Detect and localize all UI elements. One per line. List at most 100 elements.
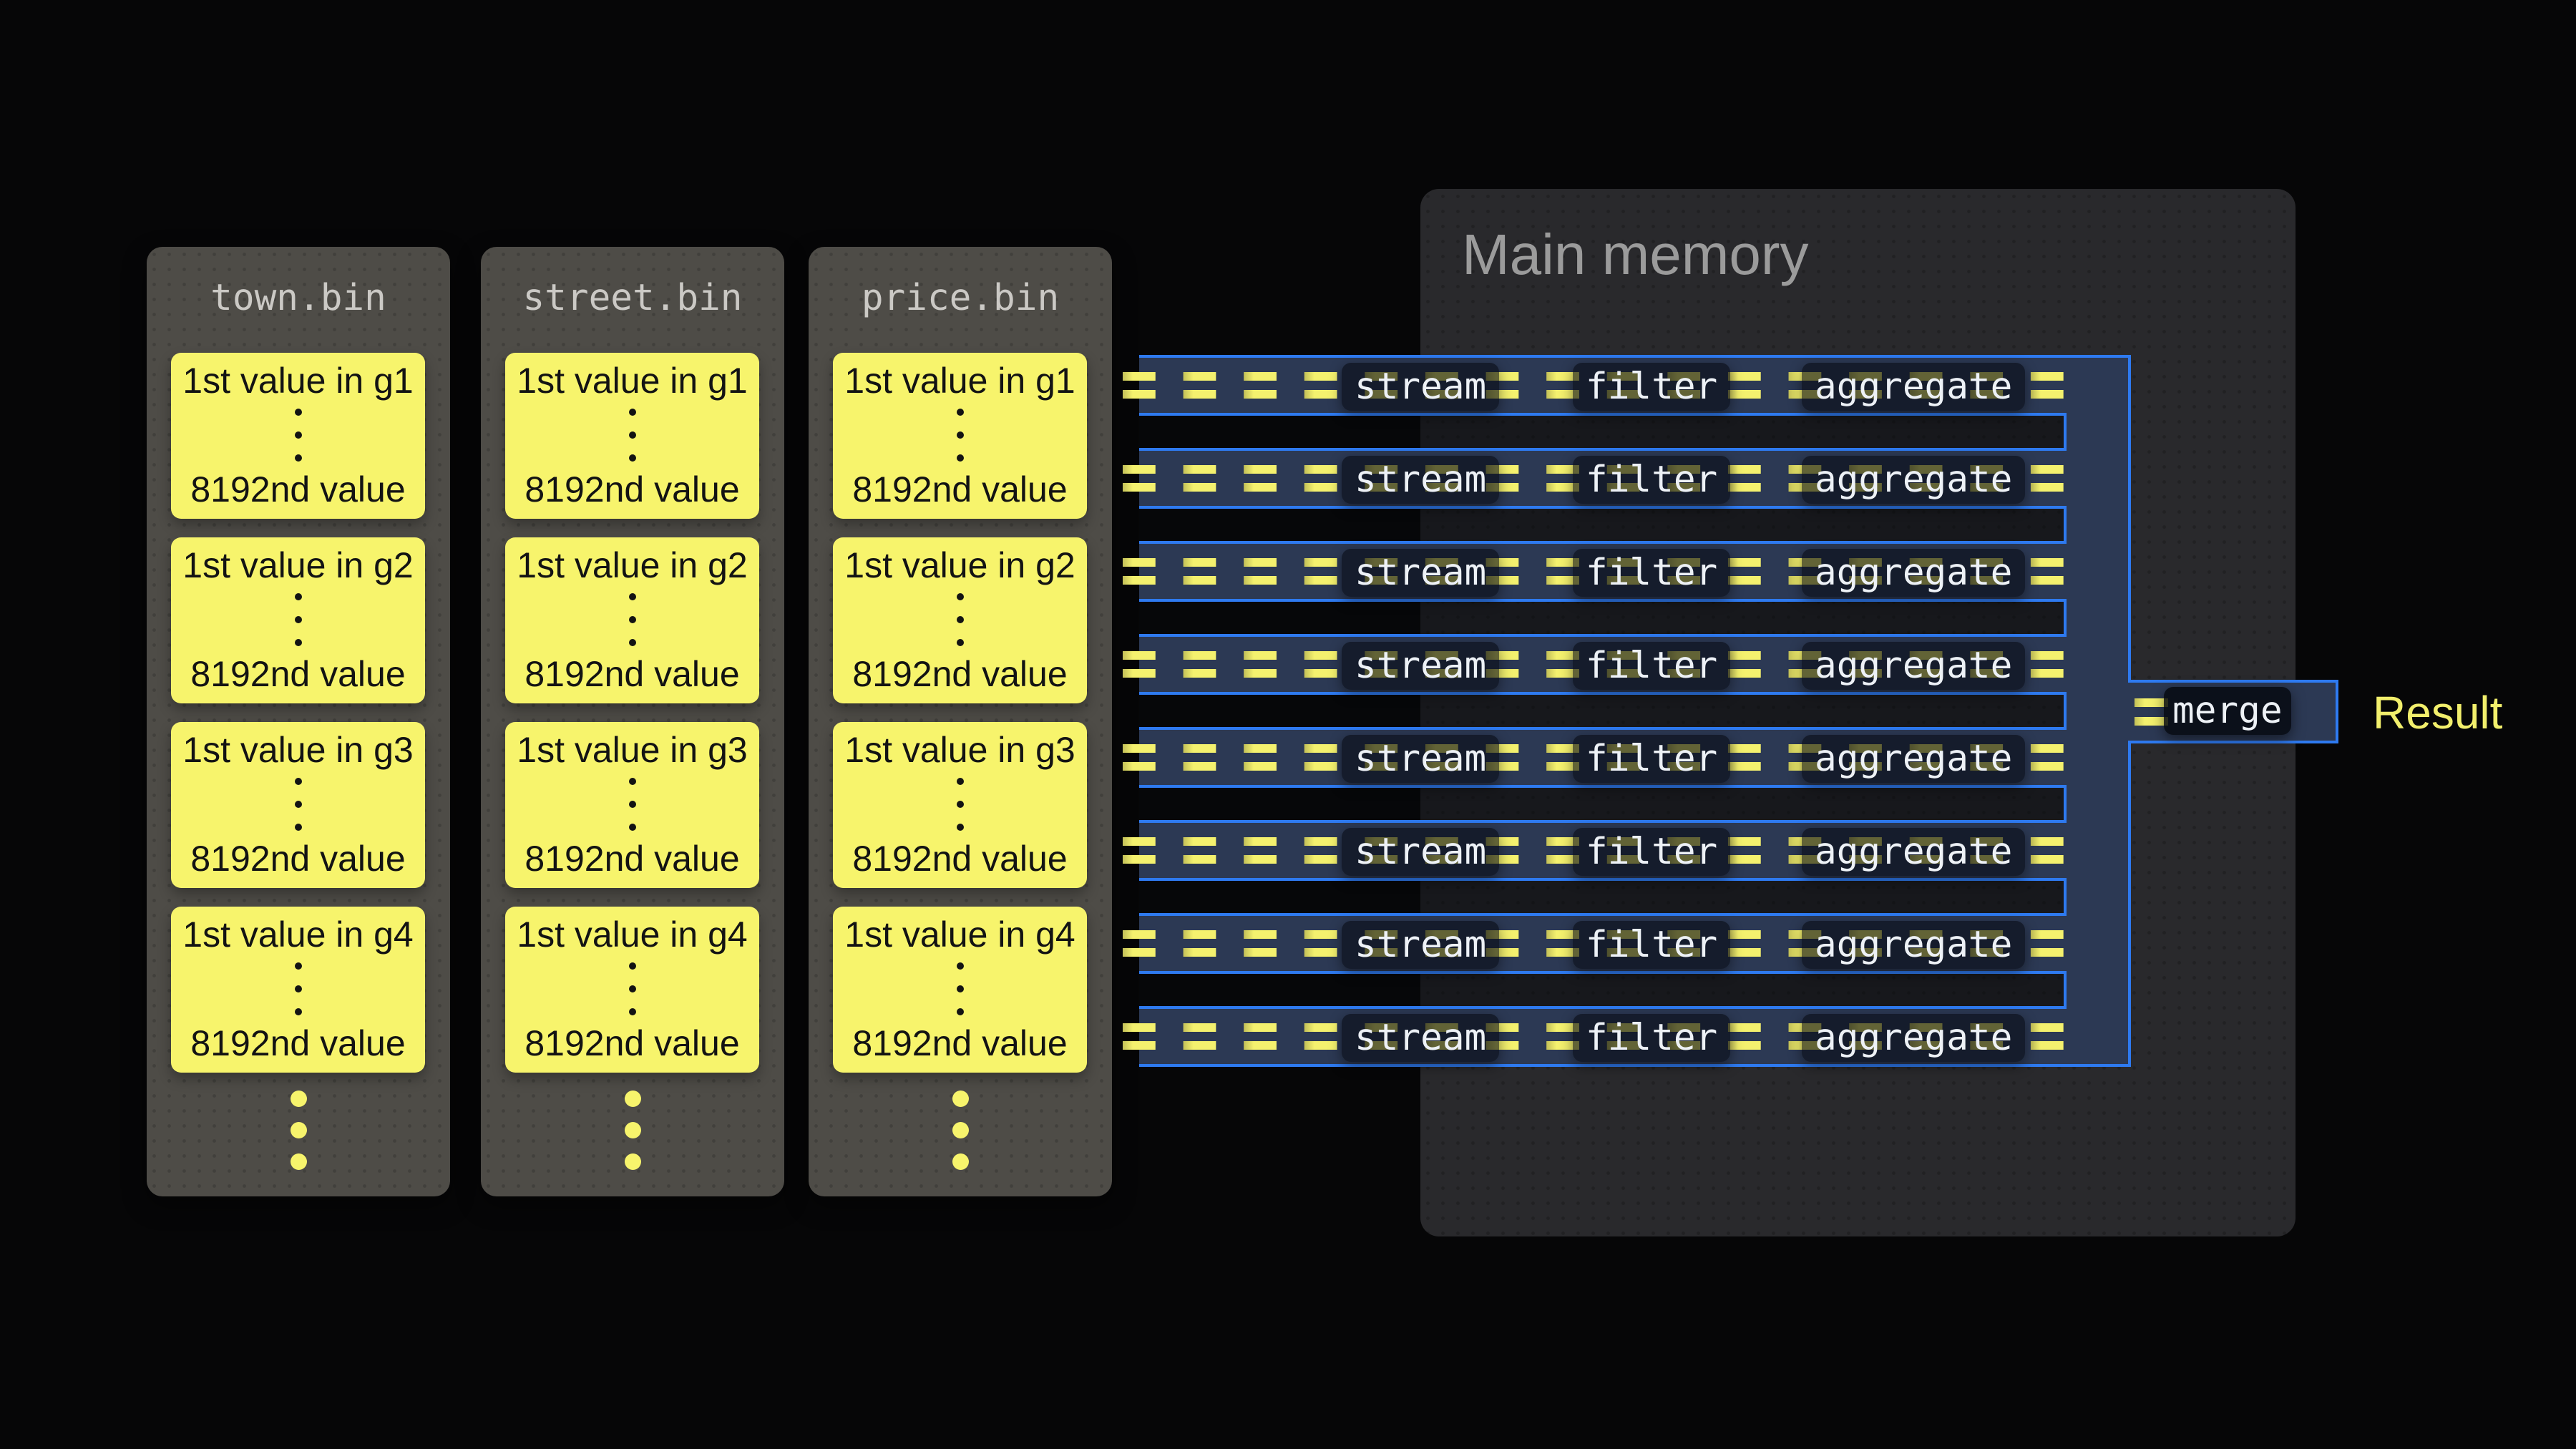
group-last-value: 8192nd value [852, 839, 1067, 878]
group-last-value: 8192nd value [525, 839, 739, 878]
group-box-g4: 1st value in g4 8192nd value [833, 907, 1087, 1073]
pipeline-row: stream filter aggregate [1139, 634, 2067, 695]
ellipsis-dots-icon [629, 778, 636, 831]
ellipsis-dots-icon [957, 778, 964, 831]
stream-chip: stream [1342, 1014, 1499, 1062]
group-first-value: 1st value in g3 [517, 731, 747, 769]
group-last-value: 8192nd value [852, 470, 1067, 509]
stream-chip: stream [1342, 642, 1499, 690]
ellipsis-dots-icon [295, 593, 302, 646]
group-box-g4: 1st value in g4 8192nd value [171, 907, 425, 1073]
more-groups-dots-icon [147, 1091, 450, 1170]
pipeline-row: stream filter aggregate [1139, 913, 2067, 974]
buffer-box [1139, 509, 2067, 541]
group-box-g2: 1st value in g2 8192nd value [171, 537, 425, 703]
pipeline-row: stream filter aggregate [1139, 820, 2067, 881]
group-first-value: 1st value in g4 [517, 915, 747, 954]
file-column-town: town.bin 1st value in g1 8192nd value 1s… [147, 247, 450, 1196]
group-last-value: 8192nd value [190, 1024, 405, 1063]
group-box-g2: 1st value in g2 8192nd value [505, 537, 759, 703]
buffer-box [1139, 881, 2067, 913]
filter-chip: filter [1573, 363, 1730, 411]
pipeline-row: stream filter aggregate [1139, 1006, 2067, 1067]
file-name-label: price.bin [809, 277, 1112, 320]
group-first-value: 1st value in g1 [517, 361, 747, 400]
group-last-value: 8192nd value [190, 655, 405, 693]
group-first-value: 1st value in g3 [844, 731, 1075, 769]
ellipsis-dots-icon [295, 409, 302, 462]
merge-band: merge [2128, 680, 2338, 743]
result-label: Result [2373, 687, 2502, 738]
buffer-box [1139, 974, 2067, 1006]
filter-chip: filter [1573, 735, 1730, 783]
buffer-box [1139, 602, 2067, 634]
aggregate-chip: aggregate [1802, 642, 2025, 690]
group-last-value: 8192nd value [190, 839, 405, 878]
filter-chip: filter [1573, 456, 1730, 504]
stream-chip: stream [1342, 549, 1499, 597]
aggregate-chip: aggregate [1802, 549, 2025, 597]
pipeline-row: stream filter aggregate [1139, 727, 2067, 788]
group-first-value: 1st value in g4 [182, 915, 413, 954]
aggregate-chip: aggregate [1802, 828, 2025, 876]
aggregate-chip: aggregate [1802, 1014, 2025, 1062]
ellipsis-dots-icon [629, 962, 636, 1015]
group-first-value: 1st value in g2 [844, 546, 1075, 585]
stream-chip: stream [1342, 735, 1499, 783]
group-last-value: 8192nd value [525, 470, 739, 509]
group-box-g2: 1st value in g2 8192nd value [833, 537, 1087, 703]
group-last-value: 8192nd value [852, 655, 1067, 693]
stream-chip: stream [1342, 456, 1499, 504]
group-last-value: 8192nd value [190, 470, 405, 509]
diagram-canvas: town.bin 1st value in g1 8192nd value 1s… [0, 0, 2576, 1449]
group-box-g4: 1st value in g4 8192nd value [505, 907, 759, 1073]
group-first-value: 1st value in g1 [844, 361, 1075, 400]
buffer-box [1139, 788, 2067, 820]
group-first-value: 1st value in g1 [182, 361, 413, 400]
file-column-price: price.bin 1st value in g1 8192nd value 1… [809, 247, 1112, 1196]
filter-chip: filter [1573, 828, 1730, 876]
filter-chip: filter [1573, 921, 1730, 969]
ellipsis-dots-icon [629, 593, 636, 646]
merge-collector [2067, 355, 2131, 1067]
buffer-box [1139, 695, 2067, 727]
stream-chip: stream [1342, 828, 1499, 876]
group-box-g3: 1st value in g3 8192nd value [171, 722, 425, 888]
group-first-value: 1st value in g2 [517, 546, 747, 585]
file-name-label: street.bin [481, 277, 784, 320]
main-memory-title: Main memory [1462, 222, 1809, 288]
group-box-g3: 1st value in g3 8192nd value [505, 722, 759, 888]
pipeline-row: stream filter aggregate [1139, 355, 2067, 416]
pipeline-row: stream filter aggregate [1139, 448, 2067, 509]
filter-chip: filter [1573, 549, 1730, 597]
aggregate-chip: aggregate [1802, 921, 2025, 969]
buffer-box [1139, 416, 2067, 448]
group-box-g1: 1st value in g1 8192nd value [505, 353, 759, 519]
file-column-street: street.bin 1st value in g1 8192nd value … [481, 247, 784, 1196]
data-flow-dashes-icon [2135, 698, 2168, 726]
ellipsis-dots-icon [957, 593, 964, 646]
group-box-g3: 1st value in g3 8192nd value [833, 722, 1087, 888]
stream-chip: stream [1342, 363, 1499, 411]
more-groups-dots-icon [481, 1091, 784, 1170]
aggregate-chip: aggregate [1802, 735, 2025, 783]
more-groups-dots-icon [809, 1091, 1112, 1170]
group-first-value: 1st value in g3 [182, 731, 413, 769]
group-last-value: 8192nd value [852, 1024, 1067, 1063]
stream-chip: stream [1342, 921, 1499, 969]
aggregate-chip: aggregate [1802, 456, 2025, 504]
aggregate-chip: aggregate [1802, 363, 2025, 411]
ellipsis-dots-icon [957, 409, 964, 462]
ellipsis-dots-icon [957, 962, 964, 1015]
file-name-label: town.bin [147, 277, 450, 320]
merge-chip: merge [2164, 687, 2291, 735]
group-first-value: 1st value in g2 [182, 546, 413, 585]
group-last-value: 8192nd value [525, 655, 739, 693]
ellipsis-dots-icon [295, 778, 302, 831]
group-box-g1: 1st value in g1 8192nd value [171, 353, 425, 519]
filter-chip: filter [1573, 642, 1730, 690]
filter-chip: filter [1573, 1014, 1730, 1062]
group-last-value: 8192nd value [525, 1024, 739, 1063]
ellipsis-dots-icon [629, 409, 636, 462]
ellipsis-dots-icon [295, 962, 302, 1015]
